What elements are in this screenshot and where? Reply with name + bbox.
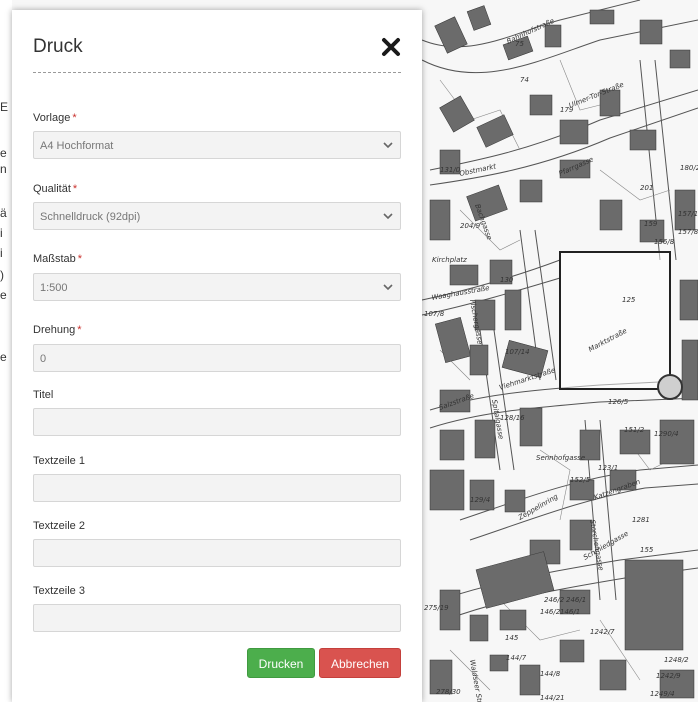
map-label: 180/2: [680, 164, 698, 172]
close-icon[interactable]: [380, 36, 402, 58]
map-label: Kirchplatz: [432, 256, 467, 264]
map-label: Sennhofgasse: [536, 454, 585, 462]
map-label: 152/5: [570, 476, 591, 484]
scale-label: Maßstab *: [33, 253, 83, 265]
map-label: 157/1: [678, 210, 698, 218]
text-line-3-label: Textzeile 3: [33, 585, 85, 597]
map-label: 126/5: [608, 398, 629, 406]
map-label: 1290/4: [654, 430, 679, 438]
map-label: 130: [500, 276, 514, 284]
chevron-down-icon: [383, 284, 393, 291]
text-line-3-input[interactable]: [33, 604, 401, 632]
map-label: 128/16: [500, 414, 525, 422]
title-input[interactable]: [33, 408, 401, 436]
map-label: 125: [622, 296, 636, 304]
background-text: i: [0, 226, 3, 240]
map-label: 146/2: [540, 608, 561, 616]
background-text: e: [0, 146, 7, 160]
background-text: ä: [0, 206, 7, 220]
map-label: 155: [640, 546, 654, 554]
text-line-2-label: Textzeile 2: [33, 520, 85, 532]
rotation-label: Drehung *: [33, 324, 82, 336]
background-text: e: [0, 288, 7, 302]
map-label: 1249/4: [650, 690, 675, 698]
text-line-1-label: Textzeile 1: [33, 455, 85, 467]
map-label: 74: [520, 76, 529, 84]
background-text: E: [0, 100, 9, 114]
dialog-title: Druck: [33, 36, 83, 57]
quality-select[interactable]: Schnelldruck (92dpi): [33, 202, 401, 230]
map-label: 1242/7: [590, 628, 615, 636]
dialog-divider: [33, 72, 401, 73]
map-label: 179: [560, 106, 574, 114]
print-frame-rotate-handle[interactable]: [657, 374, 683, 400]
background-text: ): [0, 268, 4, 282]
scale-select-value: 1:500: [40, 282, 68, 294]
map-label: 201: [640, 184, 653, 192]
map-label: 146/1: [560, 608, 580, 616]
map-label: 107/8: [424, 310, 445, 318]
map-label: 246/1: [566, 596, 586, 604]
background-text: e: [0, 350, 7, 364]
template-label: Vorlage *: [33, 112, 77, 124]
quality-label: Qualität *: [33, 183, 78, 195]
title-label: Titel: [33, 389, 54, 401]
map-label: 107/14: [505, 348, 530, 356]
quality-select-value: Schnelldruck (92dpi): [40, 211, 141, 223]
map-label: 159: [644, 220, 658, 228]
background-page-strip: E e n ä i i ) e e: [0, 0, 12, 702]
map-label: 144/8: [540, 670, 561, 678]
rotation-input[interactable]: 0: [33, 344, 401, 372]
map-label: 1242/9: [656, 672, 681, 680]
map-label: 151/2: [624, 426, 645, 434]
chevron-down-icon: [383, 142, 393, 149]
rotation-input-value: 0: [40, 353, 47, 365]
map-label: 246/2: [544, 596, 565, 604]
map-label: 144/7: [506, 654, 527, 662]
map-label: 1248/2: [664, 656, 689, 664]
chevron-down-icon: [383, 213, 393, 220]
map-label: 156/8: [654, 238, 675, 246]
map-label: 131/0: [440, 166, 461, 174]
background-text: i: [0, 246, 3, 260]
map-label: 123/1: [598, 464, 618, 472]
print-frame[interactable]: [559, 251, 671, 390]
template-select-value: A4 Hochformat: [40, 140, 114, 152]
map-label: 75: [515, 40, 524, 48]
background-text: n: [0, 162, 7, 176]
scale-select[interactable]: 1:500: [33, 273, 401, 301]
map-label: 144/21: [540, 694, 565, 702]
map-label: 145: [505, 634, 519, 642]
text-line-2-input[interactable]: [33, 539, 401, 567]
cancel-button[interactable]: Abbrechen: [319, 648, 401, 678]
template-select[interactable]: A4 Hochformat: [33, 131, 401, 159]
text-line-1-input[interactable]: [33, 474, 401, 502]
print-button[interactable]: Drucken: [247, 648, 315, 678]
map-label: 204/9: [460, 222, 481, 230]
map-label: 275/19: [424, 604, 449, 612]
map-label: 157/8: [678, 228, 698, 236]
map-label: 278/30: [436, 688, 461, 696]
map-label: 1281: [632, 516, 650, 524]
print-dialog: Druck Vorlage * A4 Hochformat Qualität * S…: [12, 10, 422, 702]
map-label: 129/4: [470, 496, 490, 504]
